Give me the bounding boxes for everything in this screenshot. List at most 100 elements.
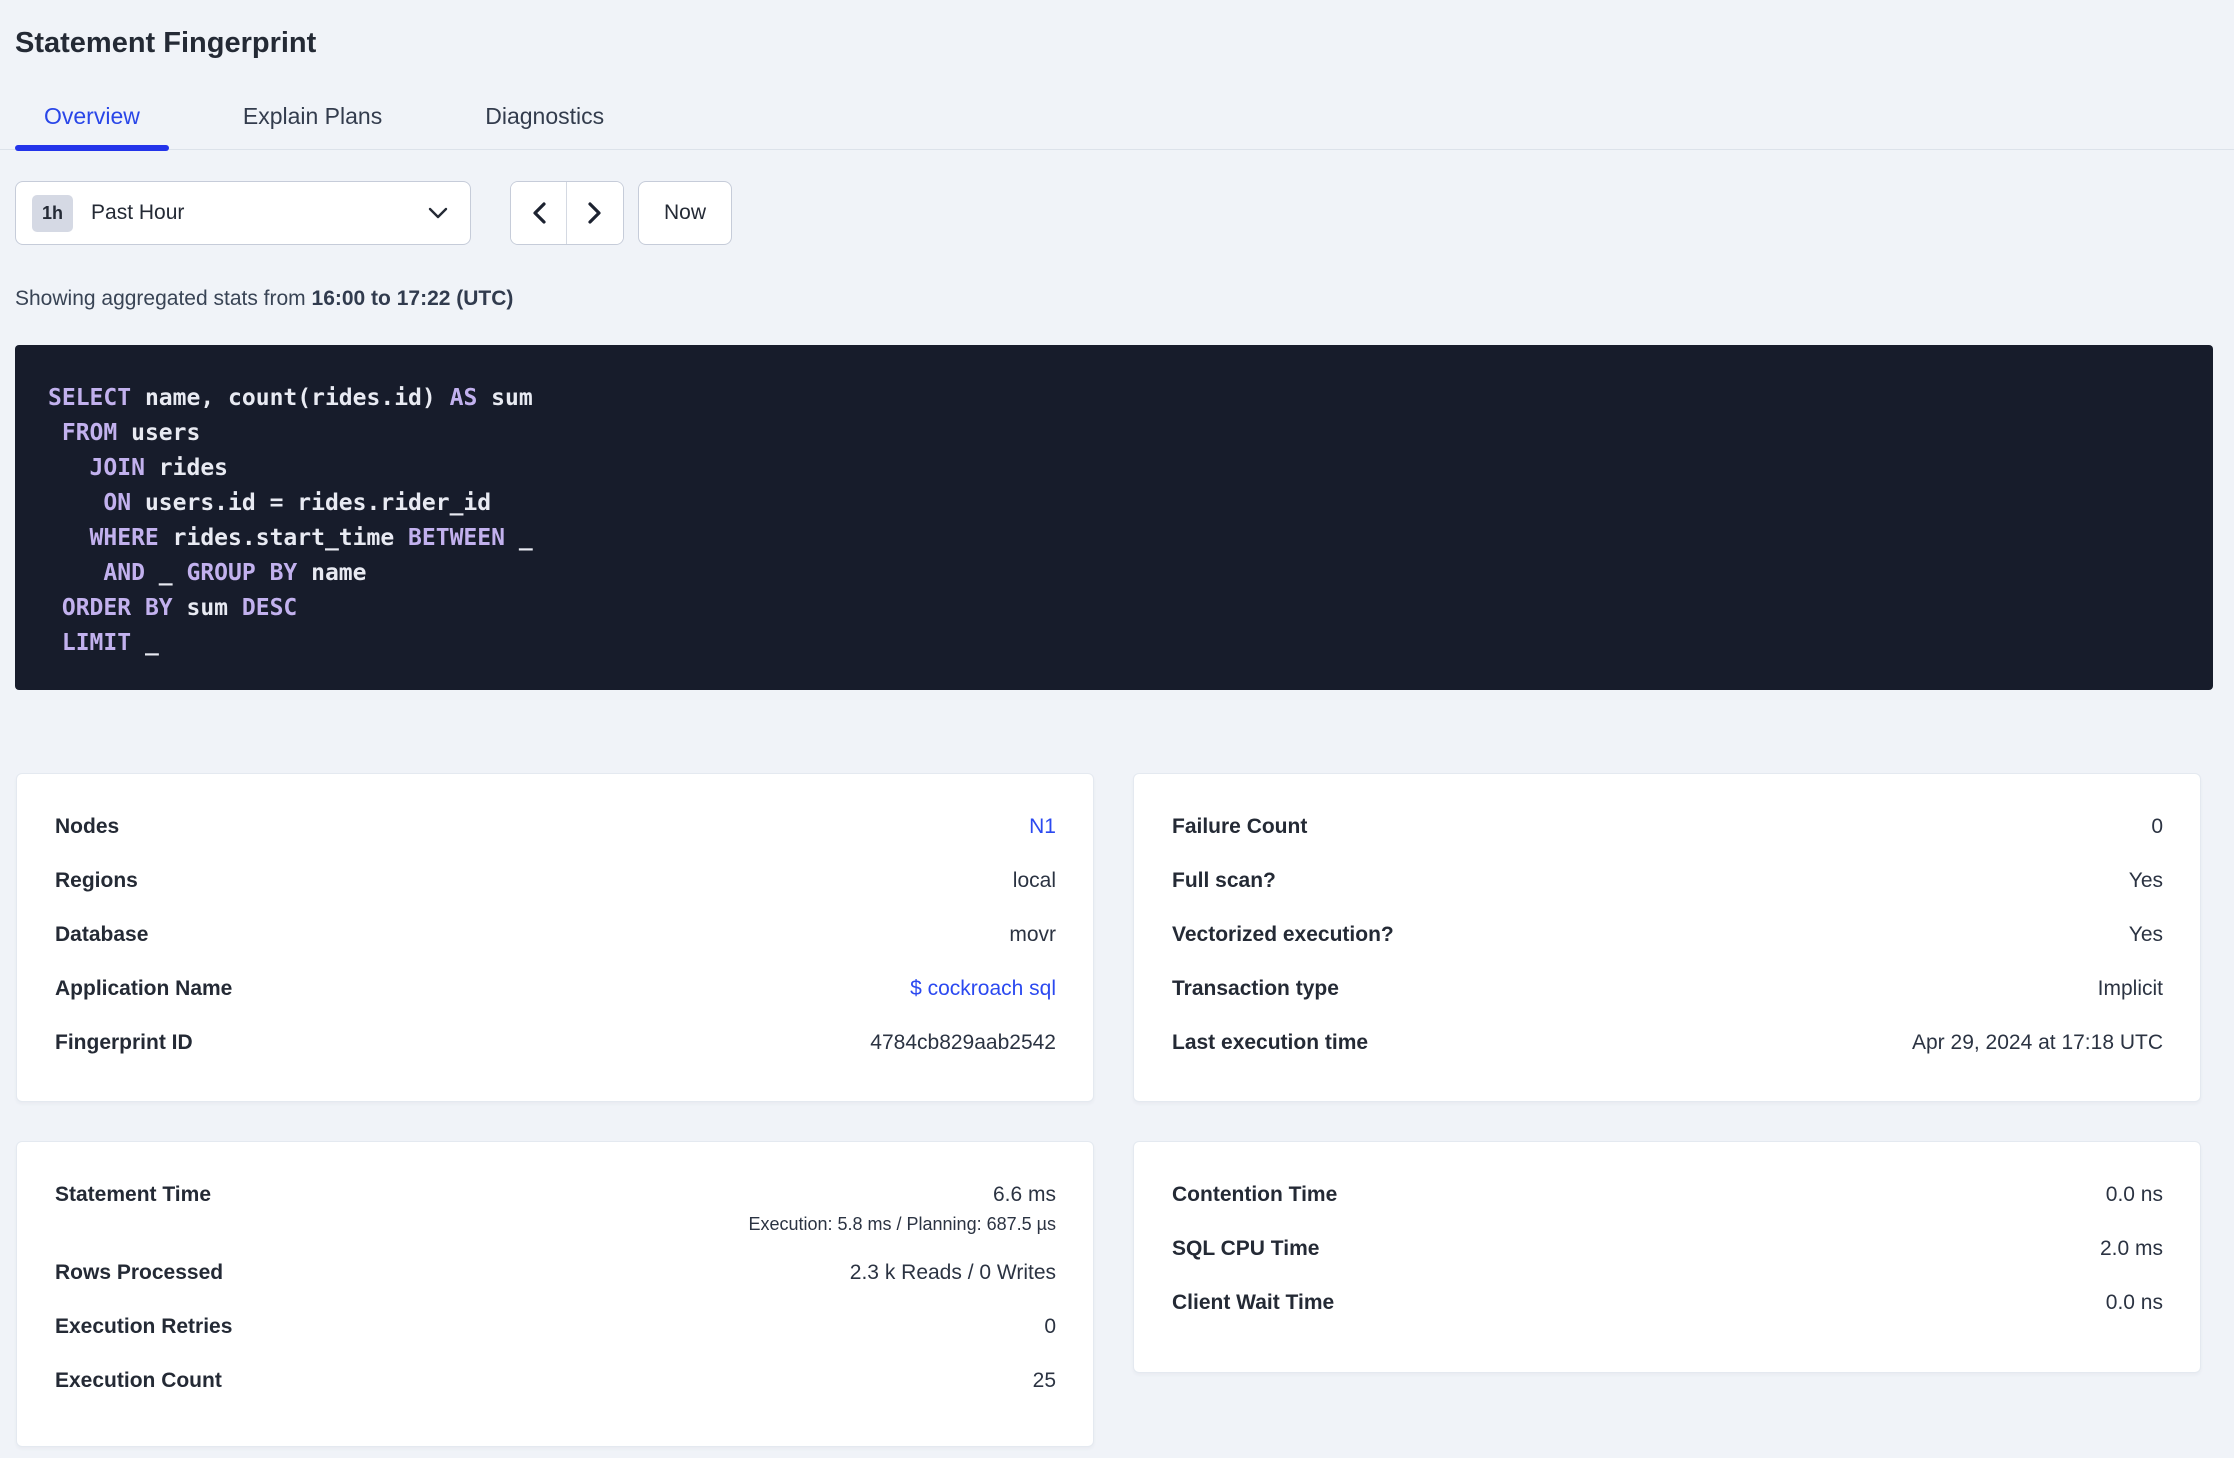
sql-keyword: FROM: [61, 420, 118, 446]
stat-row-sql-cpu-time: SQL CPU Time 2.0 ms: [1172, 1222, 2163, 1276]
now-button[interactable]: Now: [638, 181, 732, 245]
statement-timing-card: Statement Time 6.6 ms Execution: 5.8 ms / …: [16, 1141, 1094, 1447]
stat-value-wrap: 0.0 ns: [2106, 1168, 2163, 1222]
sql-token: sum: [172, 595, 242, 621]
stat-label: Last execution time: [1172, 1031, 1369, 1054]
application-name-link[interactable]: $ cockroach sql: [910, 962, 1056, 1016]
stat-value: 0.0 ns: [2105, 1183, 2163, 1206]
sql-token: rides.start_time: [158, 525, 409, 551]
stats-range: 16:00 to 17:22 (UTC): [311, 287, 514, 310]
execution-attributes-card: Failure Count 0 Full scan? Yes Vectorized ex…: [1133, 773, 2201, 1102]
stat-value: Implicit: [2097, 977, 2163, 1000]
sql-line: FROM users: [48, 416, 2193, 451]
sql-line: WHERE rides.start_time BETWEEN _: [48, 521, 2193, 556]
stat-value: local: [1012, 869, 1056, 892]
page-title: Statement Fingerprint: [15, 27, 317, 59]
sql-line: JOIN rides: [48, 451, 2193, 486]
sql-statement-box: SELECT name, count(rides.id) AS sum FROM…: [15, 345, 2213, 690]
stats-prefix: Showing aggregated stats from: [15, 287, 312, 310]
sql-keyword: WHERE: [89, 525, 159, 551]
sql-token: name, count(rides.id): [131, 385, 450, 411]
stat-value: movr: [1009, 923, 1056, 946]
stat-row-fingerprint-id: Fingerprint ID 4784cb829aab2542: [55, 1016, 1056, 1070]
stat-value-wrap: Apr 29, 2024 at 17:18 UTC: [1912, 1016, 2163, 1070]
stat-label: Transaction type: [1172, 977, 1339, 1000]
stat-row-rows-processed: Rows Processed 2.3 k Reads / 0 Writes: [55, 1246, 1056, 1300]
stat-value-wrap: 0: [1044, 1300, 1056, 1354]
nodes-link[interactable]: N1: [1029, 800, 1056, 854]
stat-value: 4784cb829aab2542: [870, 1031, 1056, 1054]
sql-token: _: [144, 560, 187, 586]
stat-row-regions: Regions local: [55, 854, 1056, 908]
stat-row-database: Database movr: [55, 908, 1056, 962]
stat-label: Execution Retries: [55, 1315, 233, 1338]
stat-label: Nodes: [55, 815, 120, 838]
time-pager: [510, 181, 624, 245]
stat-row-application-name: Application Name $ cockroach sql: [55, 962, 1056, 1016]
chevron-left-icon: [531, 201, 547, 225]
sql-line: SELECT name, count(rides.id) AS sum: [48, 381, 2193, 416]
stat-row-execution-count: Execution Count 25: [55, 1354, 1056, 1408]
stat-row-vectorized-execution: Vectorized execution? Yes: [1172, 908, 2163, 962]
stat-value-wrap: 4784cb829aab2542: [870, 1016, 1056, 1070]
stat-label: Statement Time: [55, 1183, 211, 1206]
sql-line: ON users.id = rides.rider_id: [48, 486, 2193, 521]
stat-row-contention-time: Contention Time 0.0 ns: [1172, 1168, 2163, 1222]
wait-timing-card: Contention Time 0.0 ns SQL CPU Time 2.0 ms C…: [1133, 1141, 2201, 1373]
tab-diagnostics[interactable]: Diagnostics: [456, 104, 633, 149]
time-next-button[interactable]: [567, 182, 623, 244]
time-prev-button[interactable]: [511, 182, 567, 244]
stat-value: 0: [2151, 815, 2163, 838]
stat-row-failure-count: Failure Count 0: [1172, 800, 2163, 854]
stat-row-full-scan: Full scan? Yes: [1172, 854, 2163, 908]
stat-row-transaction-type: Transaction type Implicit: [1172, 962, 2163, 1016]
stat-value: 25: [1032, 1369, 1056, 1392]
time-range-label: Past Hour: [91, 201, 185, 224]
stat-label: SQL CPU Time: [1172, 1237, 1320, 1260]
stat-value-wrap: 0.0 ns: [2106, 1276, 2163, 1330]
sql-token: _: [504, 525, 533, 551]
sql-line: LIMIT _: [48, 626, 2193, 661]
time-range-dropdown[interactable]: 1h Past Hour: [15, 181, 471, 245]
chevron-right-icon: [587, 201, 603, 225]
stat-label: Contention Time: [1172, 1183, 1338, 1206]
sql-line: ORDER BY sum DESC: [48, 591, 2193, 626]
tab-overview[interactable]: Overview: [15, 104, 169, 151]
stat-label: Rows Processed: [55, 1261, 224, 1284]
tab-bar: Overview Explain Plans Diagnostics: [0, 104, 2234, 151]
sql-token: name: [297, 560, 367, 586]
sql-token: sum: [477, 385, 533, 411]
stat-value: Yes: [2128, 923, 2163, 946]
stat-value-wrap: 2.0 ms: [2100, 1222, 2163, 1276]
stat-label: Database: [55, 923, 149, 946]
time-range-badge: 1h: [32, 194, 74, 232]
sql-keyword: AND: [103, 560, 145, 586]
stat-label: Client Wait Time: [1172, 1291, 1335, 1314]
stat-value: Apr 29, 2024 at 17:18 UTC: [1912, 1031, 2163, 1054]
stat-row-execution-retries: Execution Retries 0: [55, 1300, 1056, 1354]
sql-line: AND _ GROUP BY name: [48, 556, 2193, 591]
sql-token: users: [117, 420, 201, 446]
stat-value-wrap: $ cockroach sql: [910, 962, 1056, 1016]
stat-value: 0.0 ns: [2105, 1291, 2163, 1314]
chevron-down-icon: [428, 207, 448, 219]
stat-value-wrap: 25: [1033, 1354, 1056, 1408]
sql-keyword: DESC: [241, 595, 298, 621]
sql-keyword: SELECT: [48, 385, 132, 411]
stat-row-nodes: Nodes N1: [55, 800, 1056, 854]
timing-cards-row: Statement Time 6.6 ms Execution: 5.8 ms / …: [16, 1141, 2234, 1447]
sql-keyword: JOIN: [89, 455, 145, 481]
stat-value-wrap: 6.6 ms Execution: 5.8 ms / Planning: 687.…: [748, 1168, 1056, 1246]
stat-value-wrap: 2.3 k Reads / 0 Writes: [850, 1246, 1056, 1300]
sql-keyword: ON: [103, 490, 132, 516]
stat-value: 2.3 k Reads / 0 Writes: [849, 1261, 1056, 1284]
stat-value-wrap: Yes: [2129, 908, 2163, 962]
tab-explain-plans[interactable]: Explain Plans: [214, 104, 411, 149]
stat-row-last-execution-time: Last execution time Apr 29, 2024 at 17:18…: [1172, 1016, 2163, 1070]
statement-details-card: Nodes N1 Regions local Database movr Applicati…: [16, 773, 1094, 1102]
